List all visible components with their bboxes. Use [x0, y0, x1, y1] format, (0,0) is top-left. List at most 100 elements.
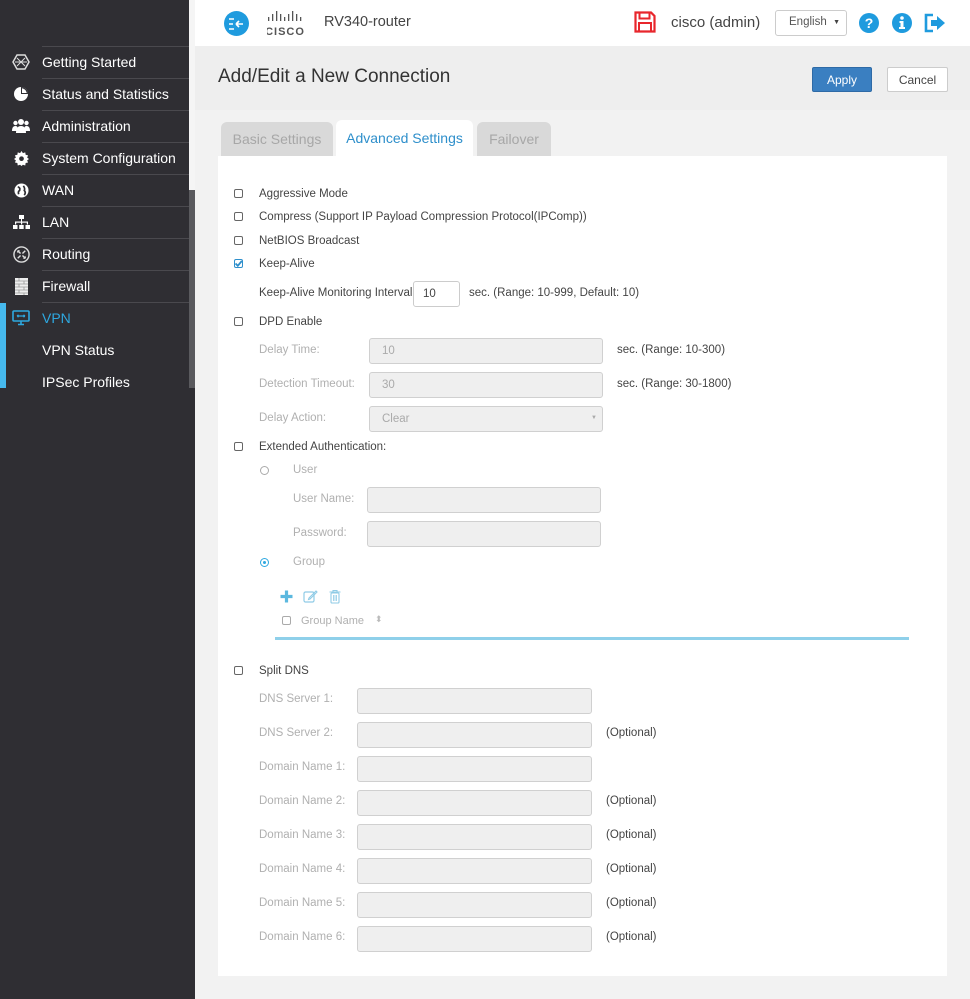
extended-authentication-checkbox[interactable]	[234, 442, 243, 451]
sidebar-item-wan[interactable]: WAN	[0, 174, 189, 206]
domain-name-5-label: Domain Name 5:	[259, 897, 346, 909]
sidebar-subitem-ipsec-profiles[interactable]: IPSec Profiles	[0, 366, 189, 398]
domain-name-2-input[interactable]	[357, 790, 592, 816]
password-input[interactable]	[367, 521, 601, 547]
domain-name-6-input[interactable]	[357, 926, 592, 952]
svg-text:?: ?	[865, 15, 874, 31]
domain-name-1-label: Domain Name 1:	[259, 761, 346, 773]
detection-timeout-hint: sec. (Range: 30-1800)	[617, 378, 732, 390]
keep-alive-interval-input[interactable]: 10	[413, 281, 460, 307]
edit-icon[interactable]	[303, 589, 318, 604]
tab-advanced-settings[interactable]: Advanced Settings	[336, 120, 473, 156]
globe-hex-icon	[11, 52, 31, 72]
group-table-divider	[275, 637, 909, 640]
domain-name-1-input[interactable]	[357, 756, 592, 782]
split-dns-label: Split DNS	[259, 665, 309, 677]
brand-text: CISCO	[267, 26, 305, 38]
detection-timeout-input[interactable]: 30	[369, 372, 603, 398]
netbios-broadcast-checkbox[interactable]	[234, 236, 243, 245]
users-icon	[11, 116, 31, 136]
collapse-menu-button[interactable]	[224, 11, 249, 36]
delete-icon[interactable]	[328, 589, 343, 604]
sidebar-item-administration[interactable]: Administration	[0, 110, 189, 142]
sidebar-item-system-configuration[interactable]: System Configuration	[0, 142, 189, 174]
sort-icon[interactable]: ⬍	[375, 615, 383, 624]
divider	[42, 142, 189, 143]
keep-alive-label: Keep-Alive	[259, 258, 315, 270]
keep-alive-interval-hint: sec. (Range: 10-999, Default: 10)	[469, 287, 640, 299]
optional-hint: (Optional)	[606, 897, 657, 909]
group-radio[interactable]	[260, 558, 269, 567]
group-radio-label: Group	[293, 556, 325, 568]
tab-failover[interactable]: Failover	[477, 122, 551, 156]
sidebar-item-label: Getting Started	[42, 54, 137, 70]
domain-name-4-input[interactable]	[357, 858, 592, 884]
logout-icon[interactable]	[924, 12, 946, 34]
pie-chart-icon	[11, 84, 31, 104]
aggressive-mode-label: Aggressive Mode	[259, 188, 348, 200]
sidebar-item-vpn[interactable]: VPN	[0, 302, 189, 334]
domain-name-3-input[interactable]	[357, 824, 592, 850]
delay-action-select[interactable]: Clear ▼	[369, 406, 603, 432]
split-dns-checkbox[interactable]	[234, 666, 243, 675]
select-all-groups-checkbox[interactable]	[282, 616, 291, 625]
delay-action-label: Delay Action:	[259, 412, 327, 424]
dns-server-1-input[interactable]	[357, 688, 592, 714]
sidebar-item-status-and-statistics[interactable]: Status and Statistics	[0, 78, 189, 110]
keep-alive-interval-label: Keep-Alive Monitoring Interval	[259, 287, 413, 299]
divider	[42, 206, 189, 207]
cisco-logo: CISCO	[265, 10, 312, 38]
caret-down-icon: ▼	[591, 415, 597, 421]
keep-alive-checkbox[interactable]	[234, 259, 243, 268]
sidebar-item-firewall[interactable]: Firewall	[0, 270, 189, 302]
detection-timeout-label: Detection Timeout:	[259, 378, 355, 390]
apply-button[interactable]: Apply	[812, 67, 872, 92]
add-icon[interactable]	[279, 589, 294, 604]
dns-server-2-label: DNS Server 2:	[259, 727, 334, 739]
sidebar-scrollbar-thumb[interactable]	[189, 190, 195, 388]
domain-name-6-label: Domain Name 6:	[259, 931, 346, 943]
help-icon[interactable]: ?	[858, 12, 880, 34]
router-icon	[11, 244, 31, 264]
password-label: Password:	[293, 527, 347, 539]
optional-hint: (Optional)	[606, 931, 657, 943]
page-title: Add/Edit a New Connection	[218, 66, 451, 87]
domain-name-3-label: Domain Name 3:	[259, 829, 346, 841]
divider	[42, 174, 189, 175]
optional-hint: (Optional)	[606, 727, 657, 739]
sidebar-item-label: Administration	[42, 118, 131, 134]
sidebar-item-lan[interactable]: LAN	[0, 206, 189, 238]
user-radio[interactable]	[260, 466, 269, 475]
delay-time-label: Delay Time:	[259, 344, 320, 356]
sidebar-item-label: WAN	[42, 182, 75, 198]
delay-time-input[interactable]: 10	[369, 338, 603, 364]
divider	[42, 78, 189, 79]
domain-name-5-input[interactable]	[357, 892, 592, 918]
optional-hint: (Optional)	[606, 863, 657, 875]
sidebar-item-routing[interactable]: Routing	[0, 238, 189, 270]
group-name-column-header[interactable]: Group Name	[301, 615, 364, 627]
collapse-arrow-icon	[229, 17, 243, 30]
info-icon[interactable]	[891, 12, 913, 34]
sidebar-item-label: LAN	[42, 214, 70, 230]
network-icon	[11, 212, 31, 232]
compress-checkbox[interactable]	[234, 212, 243, 221]
language-select[interactable]: English ▼	[775, 10, 847, 36]
tab-basic-settings[interactable]: Basic Settings	[221, 122, 333, 156]
sidebar-subitem-vpn-status[interactable]: VPN Status	[0, 334, 189, 366]
save-icon[interactable]	[634, 11, 656, 33]
user-name-input[interactable]	[367, 487, 601, 513]
dpd-enable-checkbox[interactable]	[234, 317, 243, 326]
aggressive-mode-checkbox[interactable]	[234, 189, 243, 198]
user-name-label: User Name:	[293, 493, 355, 505]
divider	[42, 302, 189, 303]
sidebar-item-getting-started[interactable]: Getting Started	[0, 46, 189, 78]
sidebar-item-label: Firewall	[42, 278, 91, 294]
dns-server-1-label: DNS Server 1:	[259, 693, 334, 705]
delay-time-hint: sec. (Range: 10-300)	[617, 344, 726, 356]
dns-server-2-input[interactable]	[357, 722, 592, 748]
cancel-button[interactable]: Cancel	[887, 67, 948, 92]
delay-action-value: Clear	[382, 413, 410, 425]
sidebar-item-label: System Configuration	[42, 150, 176, 166]
language-value: English	[789, 16, 827, 28]
